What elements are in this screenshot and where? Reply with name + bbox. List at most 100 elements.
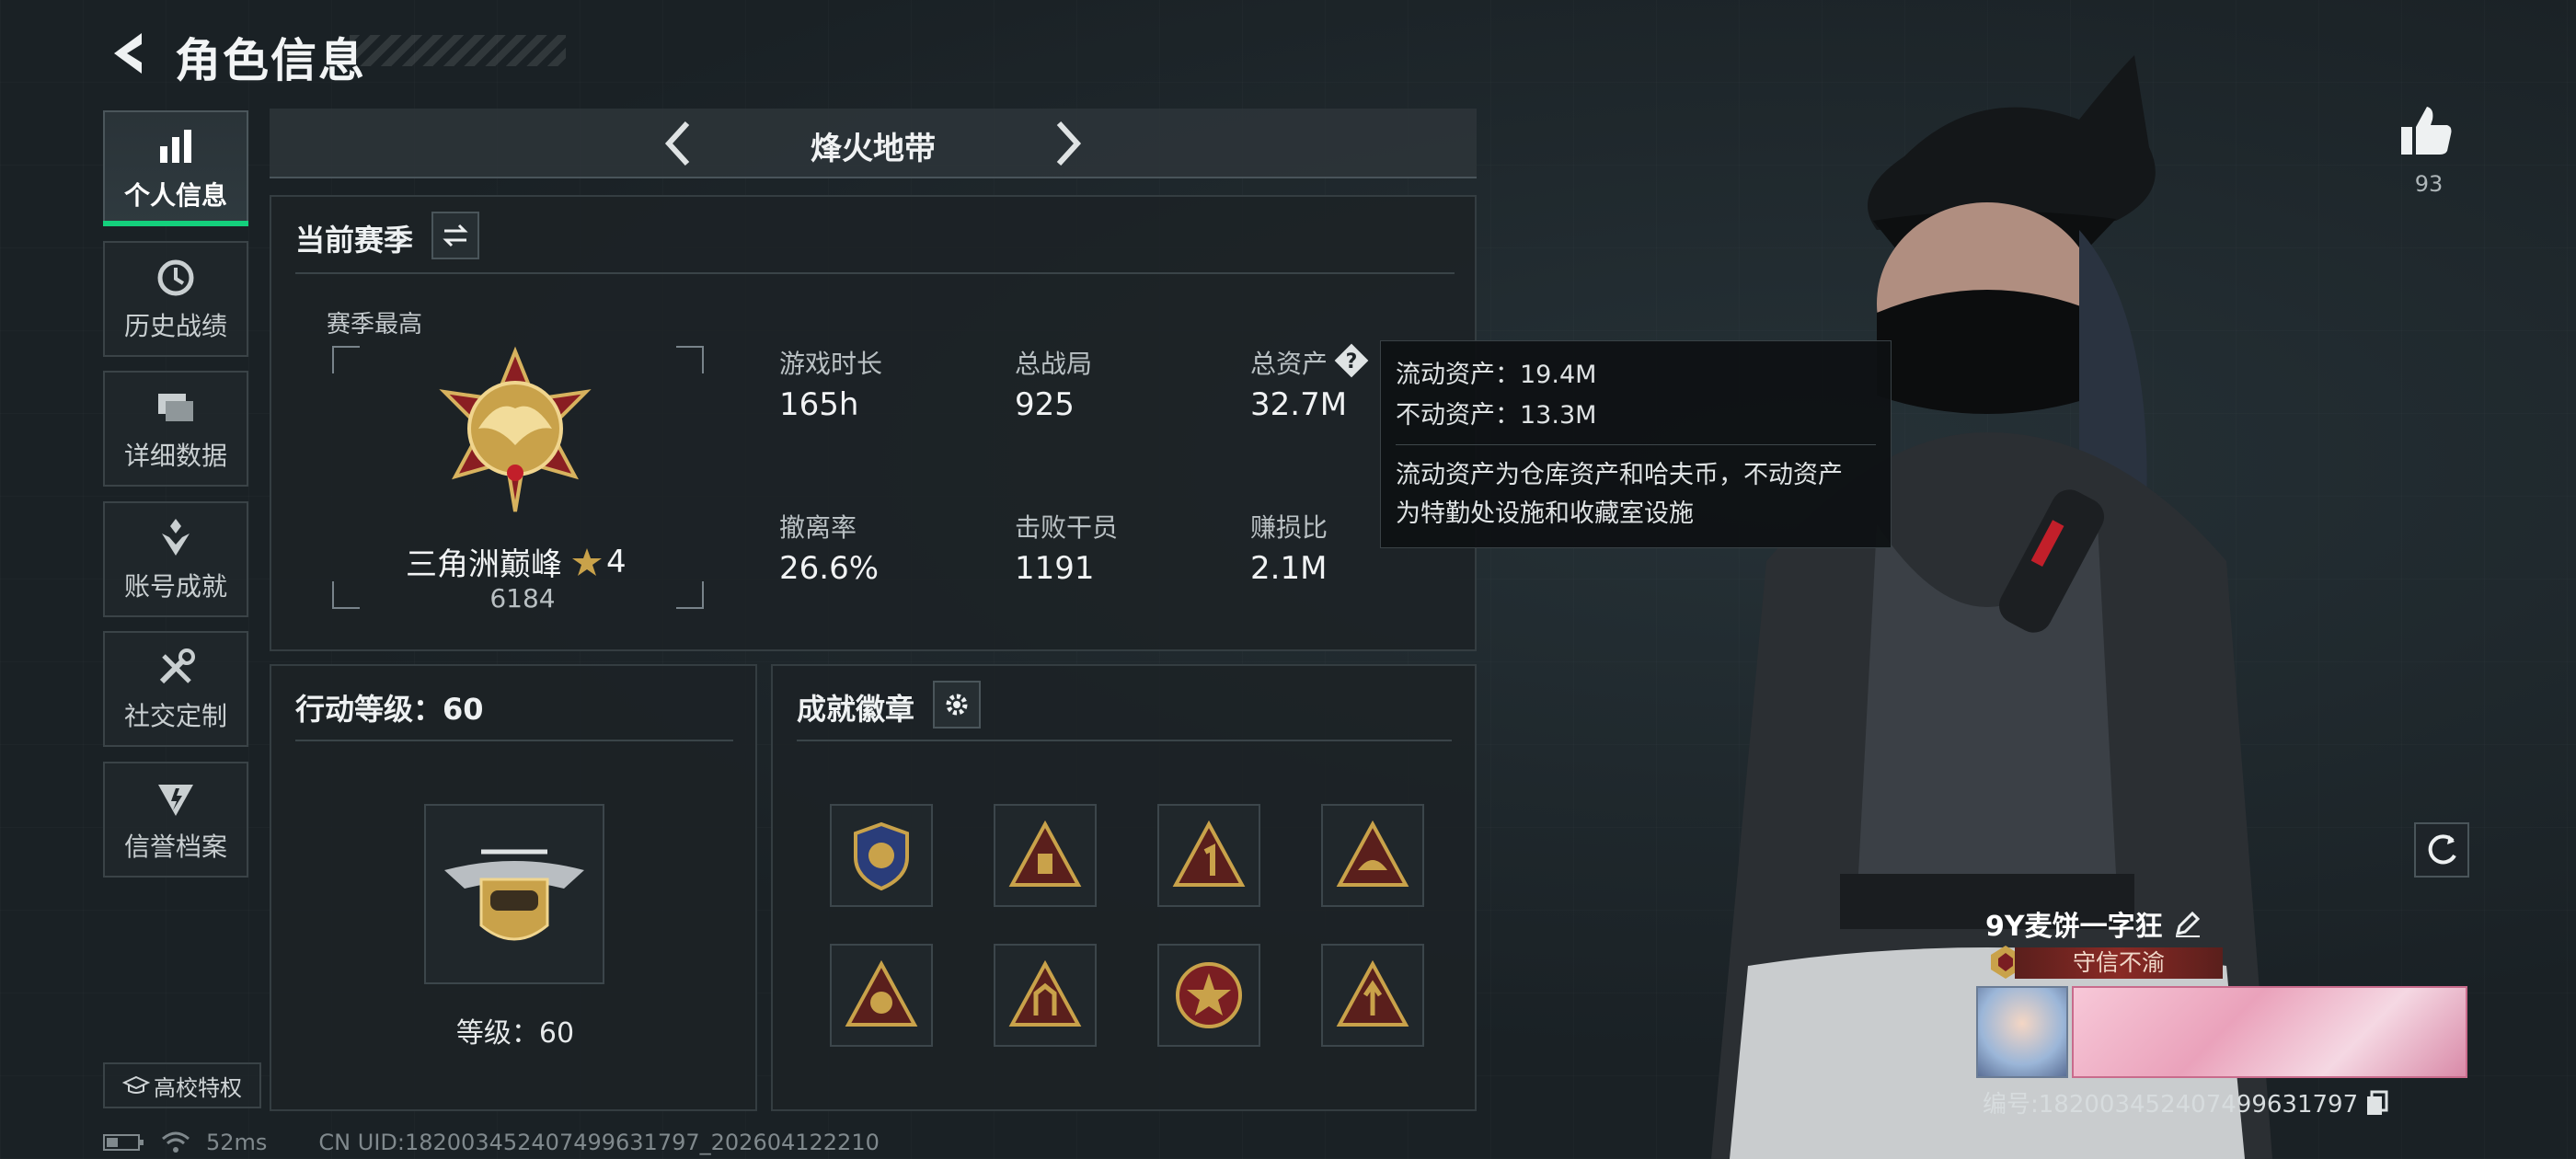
- divider: [797, 740, 1452, 741]
- season-best-label: 赛季最高: [327, 311, 423, 339]
- refresh-button[interactable]: [2414, 822, 2469, 878]
- mode-name: 烽火地带: [811, 131, 936, 167]
- gear-icon: [946, 694, 968, 716]
- star-icon: [572, 547, 602, 576]
- action-level-title: 行动等级：60: [295, 692, 484, 727]
- help-icon: ?: [1334, 343, 1369, 378]
- achievement-badge[interactable]: [830, 944, 933, 1047]
- rank-emblem: [439, 346, 592, 512]
- level-badge-frame: [424, 804, 604, 984]
- credit-icon: [158, 785, 193, 816]
- player-name-row: 9Y麦饼一字狂: [1985, 903, 2203, 944]
- achievement-badge[interactable]: [1321, 944, 1424, 1047]
- achievement-badge[interactable]: [1321, 804, 1424, 907]
- wifi-icon: [162, 1131, 190, 1153]
- achievement-badge[interactable]: [994, 804, 1097, 907]
- triangle-badge-icon: [1336, 959, 1409, 1027]
- rank-stars: 4: [606, 543, 627, 580]
- assets-help-button[interactable]: ?: [1331, 340, 1372, 384]
- achievements-title: 成就徽章: [797, 692, 915, 727]
- achievement-icon: [162, 519, 190, 556]
- uid-text: CN UID:182003452407499631797_20260412221…: [318, 1130, 880, 1155]
- achievement-badge[interactable]: [830, 804, 933, 907]
- rank-points: 6184: [489, 583, 556, 614]
- battery-icon: [103, 1134, 144, 1151]
- triangle-badge-icon: [1008, 820, 1082, 887]
- sidebar-item-label: 个人信息: [123, 180, 227, 211]
- switch-arrows-icon: [443, 224, 468, 247]
- stack-icon: [158, 394, 193, 421]
- thumbs-up-icon: [2401, 107, 2452, 155]
- edit-icon[interactable]: [2172, 908, 2203, 939]
- achievements-panel: 成就徽章: [771, 664, 1477, 1111]
- season-switch-button[interactable]: [431, 212, 479, 259]
- sidebar-item-label: 账号成就: [123, 571, 227, 602]
- level-text: 等级：60: [455, 1017, 575, 1050]
- mode-selector: 烽火地带: [270, 109, 1477, 178]
- stat-label-profit-ratio: 赚损比: [1250, 512, 1328, 543]
- sidebar-item-detail-data[interactable]: 详细数据: [103, 371, 248, 487]
- page-title: 角色信息: [175, 34, 366, 87]
- svg-text:?: ?: [1346, 350, 1358, 373]
- achievement-badge[interactable]: [1157, 804, 1260, 907]
- action-level-panel: 行动等级：60 等级：60: [270, 664, 757, 1111]
- rank-line: 三角洲巅峰 4: [406, 539, 627, 584]
- stat-value-extract-rate: 26.6%: [779, 550, 880, 587]
- sidebar-item-social-custom[interactable]: 社交定制: [103, 631, 248, 747]
- avatar[interactable]: [1976, 986, 2068, 1078]
- tools-icon: [159, 648, 195, 684]
- tooltip-liquid-assets: 流动资产：19.4M: [1396, 361, 1597, 389]
- triangle-badge-icon: [1336, 820, 1409, 887]
- sidebar-item-account-achievements[interactable]: 账号成就: [103, 501, 248, 617]
- player-title-tag: 守信不渝: [2015, 947, 2223, 979]
- star-medal-badge-icon: [1176, 962, 1242, 1028]
- stat-value-kills: 1191: [1015, 550, 1095, 587]
- stat-label-extract-rate: 撤离率: [779, 512, 857, 543]
- stat-label-playtime: 游戏时长: [779, 349, 883, 379]
- player-id: 编号:182003452407499631797: [1983, 1091, 2359, 1119]
- divider: [1396, 444, 1876, 445]
- copy-icon[interactable]: [2363, 1089, 2391, 1117]
- sidebar-item-credit-file[interactable]: 信誉档案: [103, 762, 248, 878]
- triangle-badge-icon: [845, 959, 918, 1027]
- sidebar-item-personal-info[interactable]: 个人信息: [103, 110, 248, 226]
- tooltip-description-line-2: 为特勤处设施和收藏室设施: [1396, 499, 1694, 528]
- stat-value-playtime: 165h: [779, 386, 859, 423]
- tooltip-description-line-1: 流动资产为仓库资产和哈夫币，不动资产: [1396, 461, 1843, 489]
- chevron-right-icon: [1056, 120, 1082, 166]
- status-bar: 52ms CN UID:182003452407499631797_202604…: [103, 1130, 880, 1155]
- ping: 52ms: [206, 1130, 268, 1155]
- triangle-badge-icon: [1008, 959, 1082, 1027]
- season-title: 当前赛季: [295, 223, 414, 258]
- player-id-row: 编号:182003452407499631797: [1983, 1085, 2391, 1119]
- tooltip-fixed-assets: 不动资产：13.3M: [1396, 401, 1597, 430]
- like-button[interactable]: [2398, 103, 2455, 162]
- divider: [295, 740, 733, 741]
- graduation-cap-icon: [122, 1075, 150, 1094]
- stat-value-total-matches: 925: [1015, 386, 1075, 423]
- sidebar-item-label: 详细数据: [123, 441, 227, 471]
- sidebar-item-history[interactable]: 历史战绩: [103, 241, 248, 357]
- rank-name: 三角洲巅峰: [406, 546, 562, 583]
- sidebar-item-label: 社交定制: [123, 701, 227, 731]
- achievements-settings-button[interactable]: [933, 681, 981, 729]
- back-button[interactable]: [103, 28, 158, 79]
- shield-badge-icon: [854, 821, 909, 891]
- achievement-badge[interactable]: [994, 944, 1097, 1047]
- stat-label-total-assets: 总资产: [1250, 349, 1328, 379]
- next-mode-button[interactable]: [1044, 118, 1090, 169]
- frame-corner: [332, 346, 360, 373]
- stat-value-profit-ratio: 2.1M: [1250, 550, 1328, 587]
- stat-label-total-matches: 总战局: [1015, 349, 1093, 379]
- stat-value-total-assets: 32.7M: [1250, 386, 1348, 423]
- season-panel: 当前赛季 赛季最高 三角洲巅峰 4 6184 游戏时长 165h 总战局 925…: [270, 195, 1477, 651]
- frame-corner: [676, 346, 704, 373]
- campus-privilege-label: 高校特权: [154, 1074, 242, 1101]
- achievement-badge[interactable]: [1157, 944, 1260, 1047]
- profile-banner: [2072, 986, 2467, 1078]
- title-decoration: [350, 35, 566, 66]
- helicopter-badge-icon: [444, 849, 584, 941]
- campus-privilege-button[interactable]: 高校特权: [103, 1062, 261, 1108]
- sidebar-item-label: 历史战绩: [123, 311, 227, 341]
- triangle-badge-icon: [1172, 820, 1246, 887]
